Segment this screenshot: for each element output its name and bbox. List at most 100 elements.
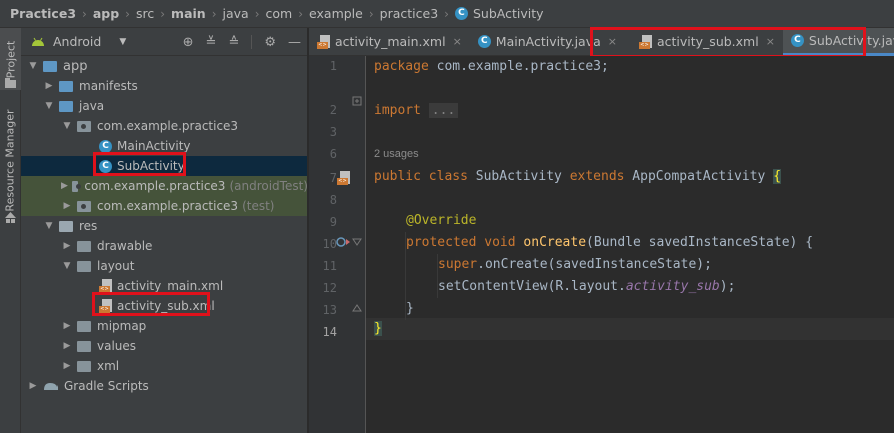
fold-icon[interactable] [352, 303, 362, 313]
tree-item-label: MainActivity [117, 139, 191, 153]
chevron-right-icon[interactable]: ▶ [61, 321, 73, 331]
resource-manager-tool-tab[interactable]: Resource Manager [0, 108, 21, 212]
chevron-down-icon[interactable]: ▼ [27, 61, 39, 71]
line-number: 2 [329, 103, 337, 117]
tree-item-label: java [79, 99, 105, 113]
project-view-selector[interactable]: Android [53, 34, 101, 49]
layout-file-icon: <> [99, 279, 112, 293]
folder-icon [59, 100, 73, 112]
chevron-right-icon[interactable]: ▶ [43, 81, 55, 91]
chevron-right-icon[interactable]: ▶ [61, 201, 73, 211]
folder-icon [59, 80, 73, 92]
tree-item-layout[interactable]: ▼ layout [21, 256, 307, 276]
line-number: 10 [322, 237, 337, 251]
breadcrumb-separator-icon: › [211, 6, 217, 21]
breadcrumb-separator-icon: › [368, 6, 374, 21]
tree-item-values[interactable]: ▶ values [21, 336, 307, 356]
tab-activity-main-xml[interactable]: <> activity_main.xml × [309, 28, 470, 56]
tree-item-label: activity_main.xml [117, 279, 224, 293]
gear-icon[interactable]: ⚙ [264, 35, 276, 50]
fold-icon[interactable] [352, 237, 362, 247]
toolbar-divider [251, 35, 253, 49]
tree-item-package-test[interactable]: ▶ com.example.practice3 (test) [21, 196, 307, 216]
breadcrumb-main[interactable]: main [171, 6, 206, 21]
package-icon [77, 120, 91, 132]
java-class-icon: C [454, 7, 468, 20]
chevron-down-icon[interactable]: ▼ [43, 101, 55, 111]
chevron-right-icon[interactable]: ▶ [61, 241, 73, 251]
tree-item-app[interactable]: ▼ app [21, 56, 307, 76]
tree-item-label: com.example.practice3 [97, 199, 239, 213]
tree-item-mipmap[interactable]: ▶ mipmap [21, 316, 307, 336]
expand-all-icon[interactable]: ≚ [206, 35, 217, 50]
breadcrumb-example[interactable]: example [309, 6, 363, 21]
line-number: 6 [329, 147, 337, 161]
chevron-right-icon[interactable]: ▶ [61, 181, 68, 191]
close-icon[interactable]: × [453, 35, 462, 48]
override-method-icon[interactable] [336, 237, 350, 247]
package-icon [77, 200, 91, 212]
minimize-icon[interactable]: — [288, 35, 301, 50]
code-line-7: public class SubActivity extends AppComp… [374, 169, 782, 184]
breadcrumb-separator-icon: › [82, 6, 87, 21]
tree-item-label: layout [97, 259, 135, 273]
folder-icon [5, 78, 16, 88]
chevron-right-icon[interactable]: ▶ [27, 381, 39, 391]
line-number: 8 [329, 193, 337, 207]
tree-item-label: app [63, 58, 88, 74]
code-line-9: @Override [406, 213, 477, 228]
tree-item-java[interactable]: ▼ java [21, 96, 307, 116]
fold-icon[interactable] [352, 96, 362, 106]
line-number: 7 [329, 171, 337, 185]
tree-item-drawable[interactable]: ▶ drawable [21, 236, 307, 256]
tab-label: MainActivity.java [495, 34, 601, 49]
shapes-icon [5, 212, 16, 223]
breadcrumb-subactivity[interactable]: SubActivity [473, 6, 544, 21]
tree-item-label: drawable [97, 239, 153, 253]
breadcrumb-separator-icon: › [125, 6, 130, 21]
tree-item-res[interactable]: ▼ res [21, 216, 307, 236]
source-set-suffix: (androidTest) [229, 179, 308, 193]
tree-item-label: com.example.practice3 [97, 119, 239, 133]
related-layout-icon[interactable]: <> [337, 171, 350, 185]
folder-icon [77, 320, 91, 332]
line-number: 11 [322, 259, 337, 273]
tree-item-label: manifests [79, 79, 138, 93]
java-class-icon: C [477, 35, 491, 48]
breadcrumb-project[interactable]: Practice3 [10, 6, 76, 21]
line-number: 9 [329, 215, 337, 229]
breadcrumb-app[interactable]: app [93, 6, 119, 21]
tree-item-package-main[interactable]: ▼ com.example.practice3 [21, 116, 307, 136]
code-line-1: package com.example.practice3; [374, 59, 609, 74]
resources-folder-icon [59, 220, 73, 232]
breadcrumb-src[interactable]: src [136, 6, 154, 21]
chevron-right-icon[interactable]: ▶ [61, 361, 73, 371]
navigation-breadcrumb: Practice3 › app › src › main › java › co… [0, 0, 894, 28]
code-line-14: } [374, 321, 382, 336]
breadcrumb-java[interactable]: java [223, 6, 249, 21]
code-editor[interactable]: package com.example.practice3; import ..… [366, 56, 894, 433]
tree-item-manifests[interactable]: ▶ manifests [21, 76, 307, 96]
breadcrumb-separator-icon: › [444, 6, 449, 21]
chevron-down-icon[interactable]: ▼ [61, 261, 73, 271]
folder-icon [77, 360, 91, 372]
project-panel-toolbar: ⊕ ≚ ≙ ⚙ — [183, 28, 301, 56]
usages-hint[interactable]: 2 usages [374, 148, 419, 160]
breadcrumb-com[interactable]: com [266, 6, 293, 21]
tree-item-gradle-scripts[interactable]: ▶ Gradle Scripts [21, 376, 307, 396]
project-panel: Android ▼ ⊕ ≚ ≙ ⚙ — ▼ app ▶ manifests ▼ … [21, 28, 308, 433]
project-tool-tab-label: Project [4, 40, 18, 78]
breadcrumb-practice3[interactable]: practice3 [380, 6, 439, 21]
folder-icon [77, 260, 91, 272]
folded-imports[interactable]: ... [428, 103, 459, 118]
tree-item-xml[interactable]: ▶ xml [21, 356, 307, 376]
tree-item-package-androidtest[interactable]: ▶ com.example.practice3 (androidTest) [21, 176, 308, 196]
chevron-down-icon[interactable]: ▼ [43, 221, 55, 231]
chevron-down-icon[interactable]: ▼ [119, 37, 126, 47]
select-opened-file-icon[interactable]: ⊕ [183, 35, 194, 50]
chevron-right-icon[interactable]: ▶ [61, 341, 73, 351]
collapse-all-icon[interactable]: ≙ [228, 35, 239, 50]
line-number: 12 [322, 281, 337, 295]
code-line-10: protected void onCreate(Bundle savedInst… [406, 235, 814, 250]
chevron-down-icon[interactable]: ▼ [61, 121, 73, 131]
